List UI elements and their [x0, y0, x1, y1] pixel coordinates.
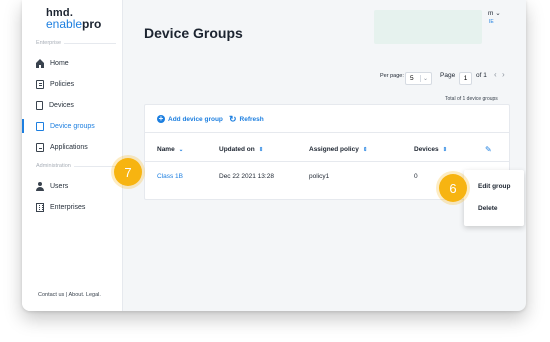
brand-line2-prefix: enable: [46, 17, 83, 31]
sidebar-item-label: Device groups: [50, 122, 95, 130]
pencil-icon[interactable]: ✎: [485, 145, 492, 154]
column-header-label: Name: [157, 146, 175, 153]
chevron-down-icon: ⌄: [422, 76, 428, 82]
home-icon: [36, 58, 44, 68]
page-title: Device Groups: [144, 25, 243, 41]
building-icon: [36, 202, 44, 212]
page-count: of 1: [476, 72, 487, 79]
device-group-icon: [36, 121, 44, 131]
add-device-group-button[interactable]: + Add device group: [157, 115, 223, 123]
per-page-value: 5: [410, 75, 414, 82]
chevron-right-icon[interactable]: ›: [502, 70, 505, 79]
sidebar-item-label: Devices: [49, 101, 74, 109]
column-header-label: Devices: [414, 146, 439, 153]
sidebar-item-label: Home: [50, 59, 69, 67]
column-header-devices[interactable]: Devices ⇕: [414, 146, 447, 153]
total-count: Total of 1 device groups: [445, 96, 498, 102]
add-device-group-label: Add device group: [168, 115, 223, 123]
sidebar-item-enterprises[interactable]: Enterprises: [22, 199, 122, 215]
row-assigned-policy: policy1: [309, 173, 330, 180]
per-page-select[interactable]: 5 ⌄: [405, 72, 432, 85]
edit-group-menu-item[interactable]: Edit group: [478, 183, 511, 190]
sidebar-item-users[interactable]: Users: [22, 178, 122, 194]
column-header-label: Assigned policy: [309, 146, 359, 153]
column-header-assigned-policy[interactable]: Assigned policy ⇕: [309, 146, 367, 153]
sidebar-item-label: Enterprises: [50, 203, 86, 211]
sort-icon: ⇕: [258, 146, 264, 153]
sidebar-item-label: Applications: [50, 143, 88, 151]
column-header-name[interactable]: Name ⌄: [157, 146, 183, 153]
step-callout-7: 7: [114, 158, 142, 186]
page-input[interactable]: 1: [459, 72, 472, 85]
section-label-administration: Administration: [36, 163, 116, 169]
refresh-icon: ↻: [229, 114, 237, 124]
divider: [145, 132, 509, 133]
header-banner: [374, 10, 482, 44]
footer-links[interactable]: Contact us | About. Legal.: [38, 292, 101, 298]
sidebar-item-devices[interactable]: Devices: [22, 97, 122, 113]
sort-desc-icon: ⌄: [178, 146, 184, 153]
chevron-left-icon[interactable]: ‹: [494, 70, 497, 79]
sidebar-item-applications[interactable]: Applications: [22, 139, 122, 155]
brand-line2: enablepro: [46, 17, 102, 31]
user-icon: [36, 181, 44, 191]
sidebar-item-device-groups[interactable]: Device groups: [22, 118, 122, 134]
user-menu[interactable]: m ⌄: [488, 9, 501, 17]
column-header-label: Updated on: [219, 146, 255, 153]
step-callout-6: 6: [439, 174, 467, 202]
plus-icon: +: [157, 114, 165, 123]
app-window: hmd. enablepro Enterprise Home Policies …: [22, 0, 526, 311]
applications-icon: [36, 142, 44, 152]
select-divider: [420, 75, 421, 82]
section-label-enterprise: Enterprise: [36, 40, 116, 46]
column-header-updated-on[interactable]: Updated on ⇕: [219, 146, 263, 153]
refresh-button[interactable]: ↻ Refresh: [229, 114, 264, 124]
row-devices-count: 0: [414, 173, 418, 180]
sort-icon: ⇕: [362, 146, 368, 153]
sort-icon: ⇕: [442, 146, 448, 153]
page-label: Page: [440, 72, 456, 79]
sidebar-item-label: Policies: [50, 80, 75, 88]
delete-menu-item[interactable]: Delete: [478, 205, 498, 212]
refresh-label: Refresh: [239, 115, 264, 123]
sidebar-item-home[interactable]: Home: [22, 55, 122, 71]
per-page-label: Per page:: [380, 73, 404, 79]
row-context-menu: Edit group Delete: [464, 170, 524, 226]
chevron-down-icon: ⌄: [495, 10, 501, 17]
sidebar-item-policies[interactable]: Policies: [22, 76, 122, 92]
brand-line2-suffix: pro: [82, 17, 102, 31]
user-name: m: [488, 10, 494, 17]
phone-icon: [36, 100, 43, 110]
row-name-link[interactable]: Class 1B: [157, 173, 183, 180]
policy-icon: [36, 79, 44, 89]
row-divider: [145, 161, 509, 162]
user-subtitle: IE: [489, 19, 494, 25]
row-updated-on: Dec 22 2021 13:28: [219, 173, 274, 180]
brand-logo: hmd. enablepro: [46, 8, 102, 31]
sidebar-item-label: Users: [50, 182, 69, 190]
sidebar: hmd. enablepro Enterprise Home Policies …: [22, 0, 123, 311]
